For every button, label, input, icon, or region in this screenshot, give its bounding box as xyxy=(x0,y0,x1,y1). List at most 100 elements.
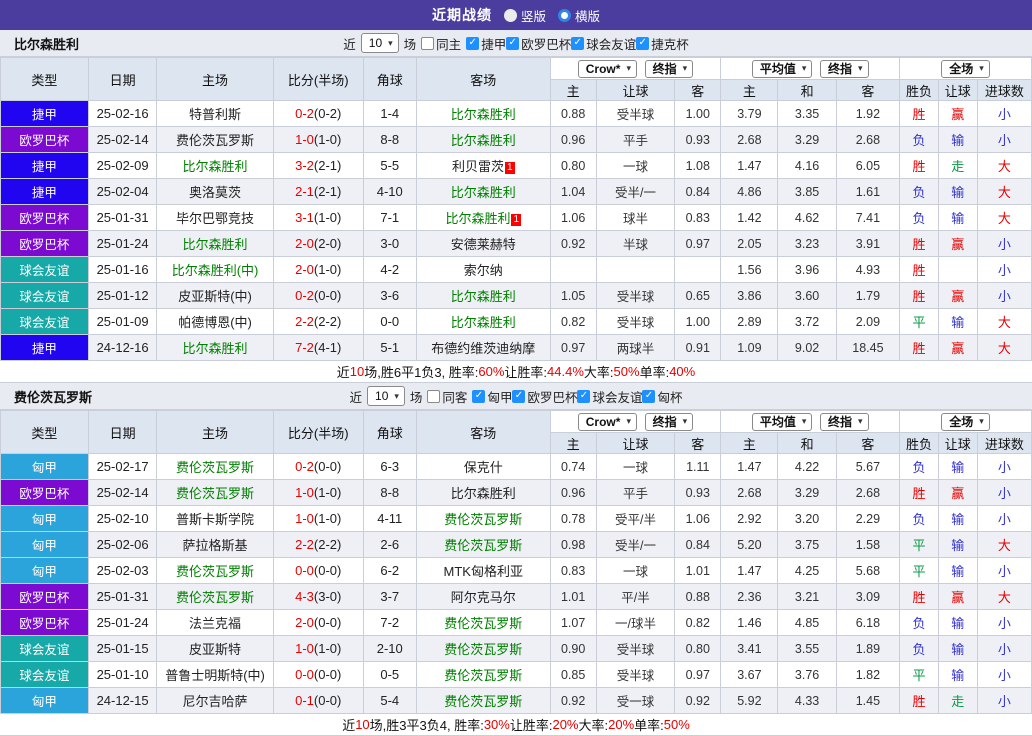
avg-odds: 3.91 xyxy=(835,230,901,257)
fulltime-score: 3-1 xyxy=(295,210,314,225)
subcol-avg-home: 主 xyxy=(720,79,779,101)
fulltime-select[interactable]: 全场 ▾ xyxy=(941,412,990,431)
match-date: 25-02-03 xyxy=(87,557,158,584)
score-cell: 2-0(0-0) xyxy=(272,609,364,636)
crow-odds: 0.93 xyxy=(674,479,722,506)
result-text: 小 xyxy=(997,289,1011,304)
result-cell: 小 xyxy=(976,126,1032,153)
score-cell: 0-1(0-0) xyxy=(272,687,364,714)
avg-odds: 1.56 xyxy=(720,256,779,283)
result-text: 小 xyxy=(997,564,1011,579)
crow-final-select[interactable]: 终指 ▾ xyxy=(644,59,694,78)
col-away: 客场 xyxy=(415,410,551,454)
col-away: 客场 xyxy=(415,57,551,101)
crow-select-value: Crow* xyxy=(585,414,621,429)
corner-score: 8-8 xyxy=(362,479,417,506)
avg-final-select[interactable]: 终指 ▾ xyxy=(819,59,869,78)
summary-segment: 50% xyxy=(613,364,640,379)
avg-odds: 3.35 xyxy=(777,100,837,127)
crow-final-select[interactable]: 终指 ▾ xyxy=(644,412,694,431)
league-filter[interactable]: ✓ 欧罗巴杯 xyxy=(512,387,577,406)
result-cell: 胜 xyxy=(899,100,939,127)
fulltime-select[interactable]: 全场 ▾ xyxy=(941,59,990,78)
score-cell: 4-3(3-0) xyxy=(272,583,364,610)
avg-select[interactable]: 平均值 ▾ xyxy=(751,59,813,78)
checkbox-checked-icon[interactable]: ✓ xyxy=(472,389,486,403)
league-filter[interactable]: ✓ 球会友谊 xyxy=(577,387,642,406)
match-count-select[interactable]: 10 ▾ xyxy=(367,386,405,406)
same-venue-filter[interactable]: 同主 xyxy=(421,34,461,53)
fulltime-score: 1-0 xyxy=(295,485,314,500)
checkbox-checked-icon[interactable]: ✓ xyxy=(512,389,526,403)
fulltime-score: 3-2 xyxy=(295,158,314,173)
crow-odds: 受平/半 xyxy=(595,505,676,532)
home-team: 费伦茨瓦罗斯 xyxy=(156,583,274,610)
subcol-crow-away: 客 xyxy=(674,432,722,454)
score-cell: 2-1(2-1) xyxy=(272,178,364,205)
result-text: 输 xyxy=(951,211,965,226)
match-count-select[interactable]: 10 ▾ xyxy=(360,33,399,53)
home-team-name: 比尔森胜利 xyxy=(182,341,248,356)
away-team-name: 费伦茨瓦罗斯 xyxy=(444,512,523,527)
checkbox-unchecked-icon[interactable] xyxy=(421,36,435,50)
crow-odds: 0.92 xyxy=(549,230,597,257)
match-row: 匈甲 25-02-10 普斯卡斯学院 1-0(1-0) 4-11 费伦茨瓦罗斯 0.78 受平… xyxy=(0,505,1032,532)
summary-segment: 让胜率: xyxy=(509,718,553,733)
checkbox-checked-icon[interactable]: ✓ xyxy=(466,36,480,50)
match-row: 欧罗巴杯 25-02-14 费伦茨瓦罗斯 1-0(1-0) 8-8 比尔森胜利 0.96 平手… xyxy=(0,126,1032,153)
result-text: 输 xyxy=(951,668,965,683)
summary-segment: 10 xyxy=(355,717,370,732)
crow-odds: 一/球半 xyxy=(595,609,676,636)
league-filter[interactable]: ✓ 捷克杯 xyxy=(636,34,689,53)
league-filter[interactable]: ✓ 捷甲 xyxy=(466,34,506,53)
home-team-name: 费伦茨瓦罗斯 xyxy=(176,133,255,148)
crow-select[interactable]: Crow* ▾ xyxy=(577,59,637,78)
result-cell: 负 xyxy=(899,178,939,205)
league-badge: 捷甲 xyxy=(0,100,89,127)
league-filter[interactable]: ✓ 欧罗巴杯 xyxy=(506,34,571,53)
avg-final-select[interactable]: 终指 ▾ xyxy=(819,412,869,431)
match-row: 欧罗巴杯 25-01-24 法兰克福 2-0(0-0) 7-2 费伦茨瓦罗斯 1.07 一/球… xyxy=(0,609,1032,636)
corner-score: 0-5 xyxy=(362,661,417,688)
layout-horizontal-option[interactable]: 横版 xyxy=(558,6,600,25)
crow-select[interactable]: Crow* ▾ xyxy=(577,412,637,431)
crow-odds: 0.82 xyxy=(549,308,597,335)
league-filter[interactable]: ✓ 匈甲 xyxy=(472,387,512,406)
crow-odds: 0.88 xyxy=(549,100,597,127)
result-text: 输 xyxy=(951,133,965,148)
crow-odds: 一球 xyxy=(595,557,676,584)
avg-select[interactable]: 平均值 ▾ xyxy=(751,412,813,431)
checkbox-checked-icon[interactable]: ✓ xyxy=(636,36,650,50)
avg-odds: 18.45 xyxy=(835,334,901,361)
result-text: 大 xyxy=(997,211,1011,226)
col-type: 类型 xyxy=(0,57,89,101)
result-text: 大 xyxy=(997,538,1011,553)
result-cell: 小 xyxy=(976,505,1032,532)
result-cell: 输 xyxy=(937,204,978,231)
checkbox-checked-icon[interactable]: ✓ xyxy=(506,36,520,50)
checkbox-checked-icon[interactable]: ✓ xyxy=(642,389,656,403)
avg-select-value: 平均值 xyxy=(759,62,796,76)
subcol-goals: 进球数 xyxy=(976,79,1032,101)
same-venue-filter[interactable]: 同客 xyxy=(427,387,467,406)
league-filter[interactable]: ✓ 匈杯 xyxy=(642,387,683,406)
result-cell: 赢 xyxy=(937,100,978,127)
corner-score: 5-5 xyxy=(362,152,417,179)
home-team-name: 皮亚斯特 xyxy=(189,642,242,657)
crow-odds: 1.01 xyxy=(549,583,597,610)
checkbox-unchecked-icon[interactable] xyxy=(427,389,441,403)
radio-unselected-icon[interactable] xyxy=(503,8,517,22)
crow-odds: 0.97 xyxy=(674,661,722,688)
subcol-crow-home: 主 xyxy=(549,432,597,454)
result-cell: 小 xyxy=(976,282,1032,309)
checkbox-checked-icon[interactable]: ✓ xyxy=(577,389,591,403)
league-filter[interactable]: ✓ 球会友谊 xyxy=(571,34,636,53)
result-text: 输 xyxy=(951,185,965,200)
layout-vertical-option[interactable]: 竖版 xyxy=(503,6,546,25)
result-cell: 小 xyxy=(976,661,1032,688)
result-text: 小 xyxy=(997,642,1011,657)
result-cell: 胜 xyxy=(899,282,939,309)
checkbox-checked-icon[interactable]: ✓ xyxy=(571,36,585,50)
away-team-name: 利贝雷茨 xyxy=(451,159,504,174)
radio-selected-icon[interactable] xyxy=(558,8,571,22)
